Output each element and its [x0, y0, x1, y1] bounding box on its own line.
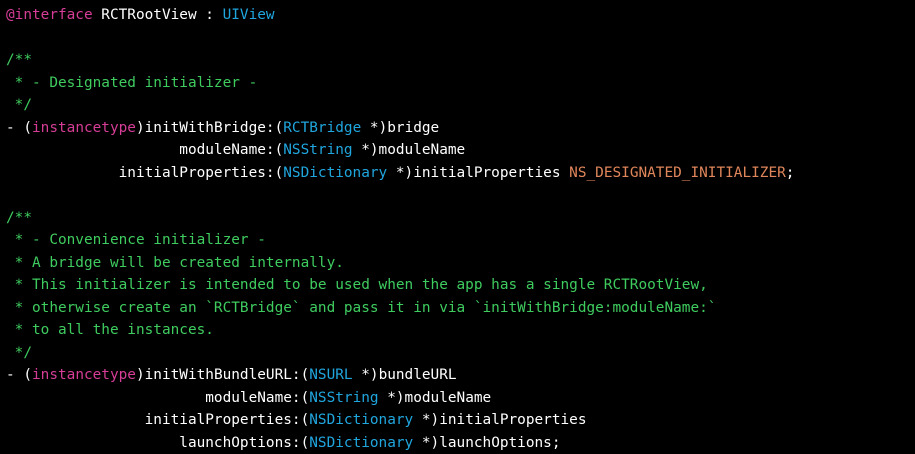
code-token-plain: - ( — [6, 367, 32, 383]
code-token-comment: /** — [6, 210, 32, 226]
code-token-comment: */ — [6, 345, 32, 361]
code-token-keyword: instancetype — [32, 367, 136, 383]
code-line: initialProperties:(NSDictionary *)initia… — [6, 409, 915, 432]
code-token-plain: initialProperties:( — [6, 412, 309, 428]
code-line: */ — [6, 342, 915, 365]
code-token-plain: moduleName:( — [6, 390, 309, 406]
code-token-plain: initialProperties:( — [6, 165, 283, 181]
code-line: * This initializer is intended to be use… — [6, 274, 915, 297]
code-line: moduleName:(NSString *)moduleName — [6, 139, 915, 162]
code-token-comment: * This initializer is intended to be use… — [6, 277, 708, 293]
code-line: * - Convenience initializer - — [6, 229, 915, 252]
code-token-plain: ; — [786, 165, 795, 181]
code-token-keyword: @interface — [6, 7, 93, 23]
code-token-type: NSDictionary — [309, 412, 413, 428]
code-token-comment: * - Designated initializer - — [6, 75, 257, 91]
code-editor[interactable]: @interface RCTRootView : UIView /** * - D… — [0, 0, 915, 446]
code-token-comment: * otherwise create an `RCTBridge` and pa… — [6, 300, 716, 316]
code-line — [6, 27, 915, 50]
code-line: launchOptions:(NSDictionary *)launchOpti… — [6, 432, 915, 454]
code-line: initialProperties:(NSDictionary *)initia… — [6, 162, 915, 185]
code-line: * to all the instances. — [6, 319, 915, 342]
code-token-plain: *)initialProperties — [413, 412, 586, 428]
code-token-comment: * A bridge will be created internally. — [6, 255, 344, 271]
code-line: /** — [6, 207, 915, 230]
code-line: - (instancetype)initWithBundleURL:(NSURL… — [6, 364, 915, 387]
code-line — [6, 184, 915, 207]
code-line: @interface RCTRootView : UIView — [6, 4, 915, 27]
code-token-type: NSString — [309, 390, 378, 406]
code-line: - (instancetype)initWithBridge:(RCTBridg… — [6, 117, 915, 140]
code-token-plain: *)moduleName — [379, 390, 492, 406]
code-token-plain: *)initialProperties — [387, 165, 569, 181]
code-token-plain: RCTRootView : — [93, 7, 223, 23]
code-token-keyword: instancetype — [32, 120, 136, 136]
code-token-plain: - ( — [6, 120, 32, 136]
code-line: * - Designated initializer - — [6, 72, 915, 95]
code-token-plain: )initWithBundleURL:( — [136, 367, 309, 383]
code-token-type: NSURL — [309, 367, 352, 383]
code-line: /** — [6, 49, 915, 72]
code-token-type: RCTBridge — [283, 120, 361, 136]
code-line: moduleName:(NSString *)moduleName — [6, 387, 915, 410]
code-token-type: UIView — [223, 7, 275, 23]
code-token-plain: *)launchOptions; — [413, 435, 560, 451]
code-token-comment: * - Convenience initializer - — [6, 232, 266, 248]
code-token-plain: *)moduleName — [353, 142, 466, 158]
code-token-comment: /** — [6, 52, 32, 68]
code-token-plain: )initWithBridge:( — [136, 120, 283, 136]
code-line: */ — [6, 94, 915, 117]
code-token-plain: *)bundleURL — [353, 367, 457, 383]
code-token-comment: */ — [6, 97, 32, 113]
code-token-macro: NS_DESIGNATED_INITIALIZER — [569, 165, 786, 181]
code-line: * A bridge will be created internally. — [6, 252, 915, 275]
code-token-type: NSDictionary — [283, 165, 387, 181]
code-token-type: NSDictionary — [309, 435, 413, 451]
code-token-plain: *)bridge — [361, 120, 439, 136]
code-line: * otherwise create an `RCTBridge` and pa… — [6, 297, 915, 320]
code-token-type: NSString — [283, 142, 352, 158]
code-token-plain: launchOptions:( — [6, 435, 309, 451]
code-token-plain: moduleName:( — [6, 142, 283, 158]
code-token-comment: * to all the instances. — [6, 322, 214, 338]
